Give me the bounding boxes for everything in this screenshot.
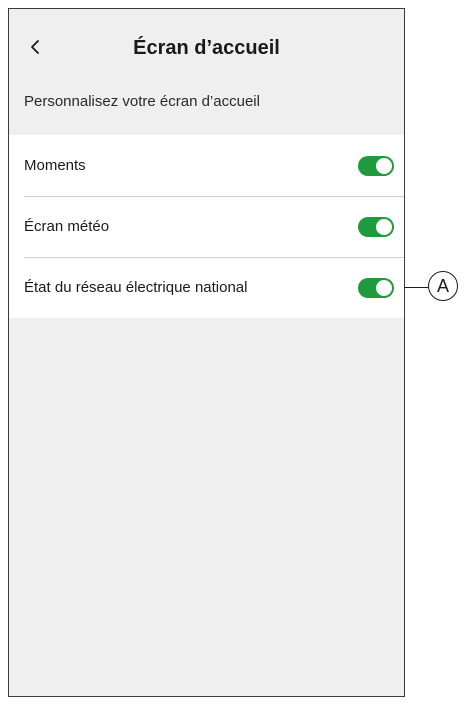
header: Écran d’accueil — [9, 9, 404, 87]
setting-row-moments: Moments — [9, 135, 404, 196]
settings-list: Moments Écran météo État du réseau élect… — [9, 135, 404, 318]
toggle-knob — [376, 279, 392, 296]
phone-screen: Écran d’accueil Personnalisez votre écra… — [8, 8, 405, 697]
setting-label: État du réseau électrique national — [24, 279, 248, 296]
page-subtitle: Personnalisez votre écran d’accueil — [24, 93, 260, 110]
callout-leader-line — [404, 287, 428, 288]
callout-label: A — [436, 275, 449, 296]
toggle-knob — [376, 157, 392, 174]
toggle-knob — [376, 218, 392, 235]
setting-label: Moments — [24, 157, 86, 174]
weather-screen-toggle[interactable] — [358, 216, 394, 237]
page-title: Écran d’accueil — [133, 37, 280, 59]
setting-label: Écran météo — [24, 218, 110, 235]
setting-row-national-grid-status: État du réseau électrique national — [9, 257, 404, 318]
setting-row-weather-screen: Écran météo — [9, 196, 404, 257]
callout-badge: A — [428, 271, 458, 301]
moments-toggle[interactable] — [358, 155, 394, 176]
national-grid-status-toggle[interactable] — [358, 277, 394, 298]
